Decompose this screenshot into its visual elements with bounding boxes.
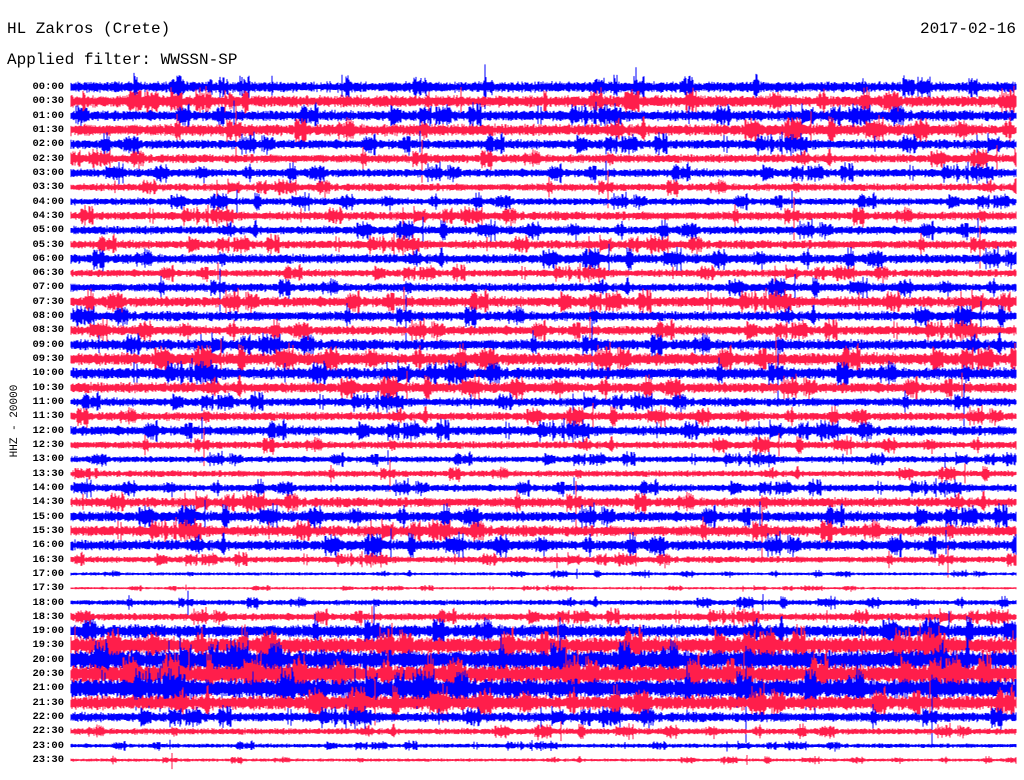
trace-row-1830 [70,606,1017,627]
trace-row-1200 [70,417,1017,444]
trace-row-0300 [70,160,1017,185]
trace-row-1700 [70,568,1017,579]
trace-row-2330 [70,753,1017,770]
trace-row-2230 [70,721,1017,742]
trace-row-1300 [70,450,1017,468]
trace-row-1800 [70,590,1017,618]
trace-row-1400 [70,477,1017,498]
helicorder-plot [70,64,1017,770]
trace-row-1730 [70,584,1017,592]
trace-row-2300 [70,739,1017,752]
trace-row-0600 [70,243,1017,274]
